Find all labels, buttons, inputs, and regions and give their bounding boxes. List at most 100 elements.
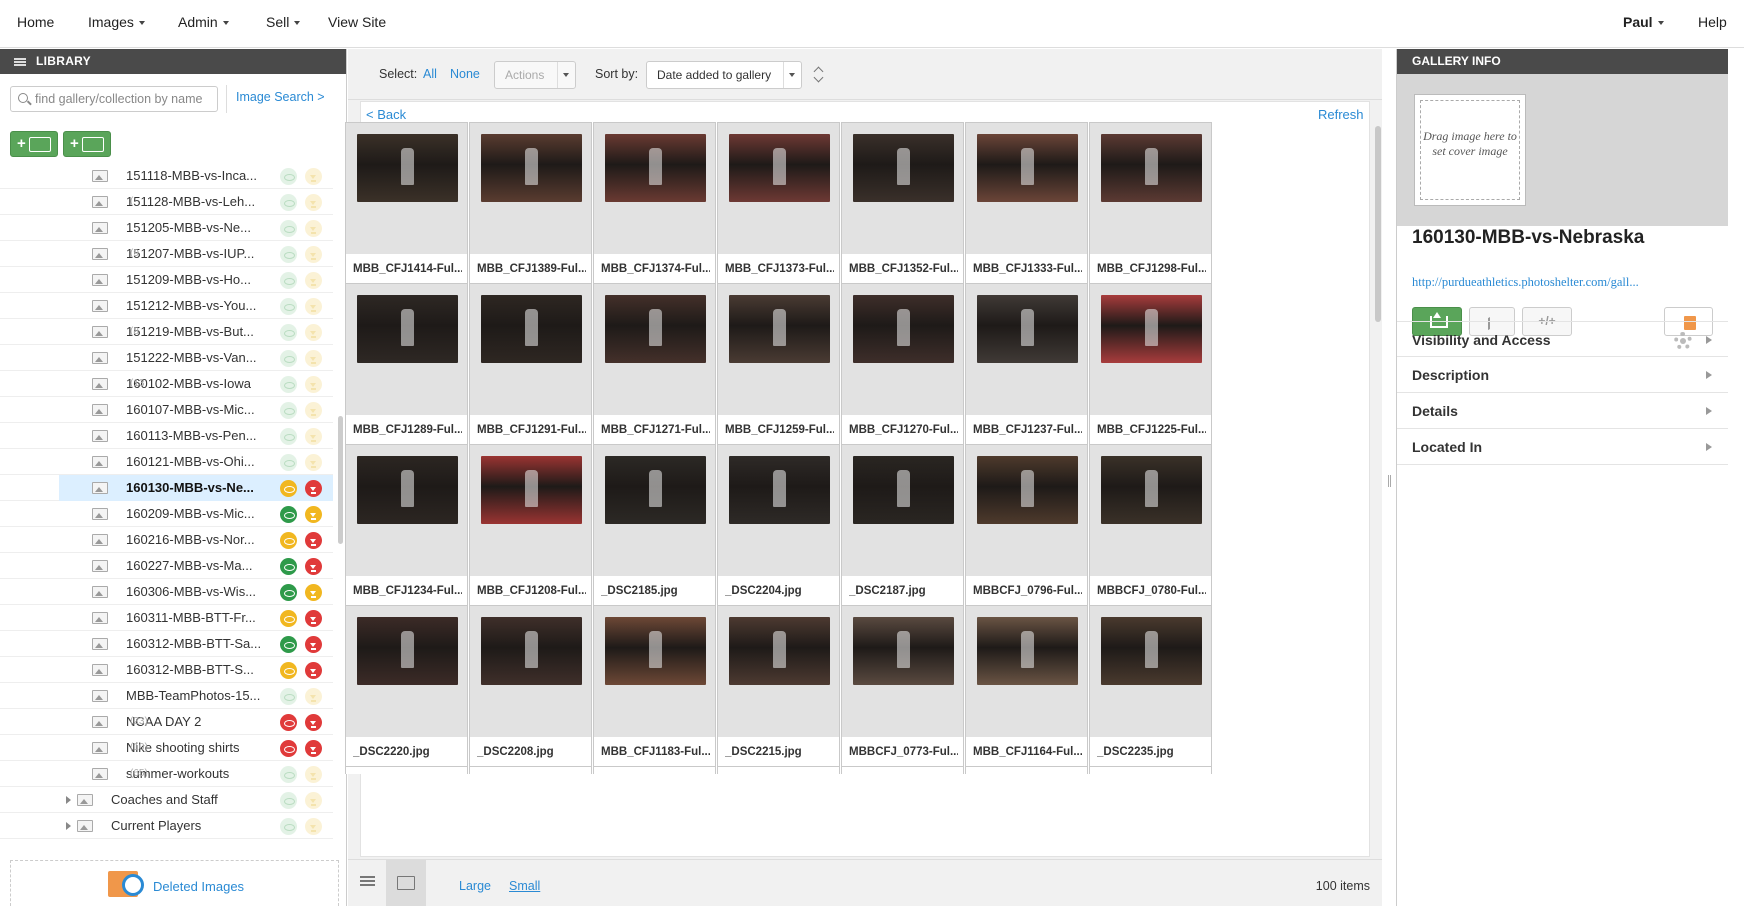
thumbnail-tile[interactable]: MBB_CFJ1208-Ful... [469,444,592,608]
thumbnail-tile[interactable]: MBB_CFJ1259-Ful... [717,283,840,447]
visibility-eye-icon[interactable] [280,792,297,809]
section-located-in[interactable]: Located In [1397,429,1728,465]
user-menu[interactable]: Paul [1623,14,1664,30]
download-status-icon[interactable] [305,428,322,445]
download-status-icon[interactable] [305,740,322,757]
thumbnail-tile[interactable] [593,766,716,774]
download-status-icon[interactable] [305,688,322,705]
sort-dropdown[interactable]: Date added to gallery [646,61,802,89]
thumbnail-tile[interactable]: MBB_CFJ1289-Ful... [345,283,468,447]
visibility-eye-icon[interactable] [280,480,297,497]
visibility-eye-icon[interactable] [280,584,297,601]
download-status-icon[interactable] [305,662,322,679]
visibility-eye-icon[interactable] [280,688,297,705]
thumbnail-tile[interactable]: MBBCFJ_0796-Ful... [965,444,1088,608]
tree-group-row[interactable]: Current Players [0,813,333,839]
tree-gallery-row[interactable]: 151205-MBB-vs-Ne... [0,215,333,241]
thumbnail-tile[interactable] [345,766,468,774]
tree-gallery-row[interactable]: 160102-MBB-vs-Iowa (13 [0,371,333,397]
thumbnail-tile[interactable]: MBBCFJ_0780-Ful... [1089,444,1212,608]
tree-gallery-row[interactable]: 151219-MBB-vs-But... (8 [0,319,333,345]
download-status-icon[interactable] [305,766,322,783]
download-status-icon[interactable] [305,532,322,549]
thumbnail-tile[interactable]: _DSC2185.jpg [593,444,716,608]
library-scrollbar[interactable] [338,416,343,544]
visibility-eye-icon[interactable] [280,818,297,835]
download-status-icon[interactable] [305,584,322,601]
download-status-icon[interactable] [305,714,322,731]
visibility-eye-icon[interactable] [280,766,297,783]
refresh-link[interactable]: Refresh [1318,107,1364,122]
download-status-icon[interactable] [305,324,322,341]
thumbnail-tile[interactable]: MBB_CFJ1298-Ful... [1089,122,1212,286]
nav-home[interactable]: Home [17,14,54,30]
tree-gallery-row[interactable]: 160312-MBB-BTT-Sa... [0,631,333,657]
sort-order-icon[interactable] [814,68,824,82]
thumbnail-tile[interactable]: MBB_CFJ1271-Ful... [593,283,716,447]
size-small-link[interactable]: Small [509,879,540,893]
tree-gallery-row[interactable]: 160306-MBB-vs-Wis... [0,579,333,605]
visibility-eye-icon[interactable] [280,402,297,419]
section-details[interactable]: Details [1397,393,1728,429]
download-status-icon[interactable] [305,636,322,653]
visibility-eye-icon[interactable] [280,168,297,185]
download-status-icon[interactable] [305,376,322,393]
download-status-icon[interactable] [305,298,322,315]
tree-group-row[interactable]: Coaches and Staff [0,787,333,813]
tree-gallery-row[interactable]: 160227-MBB-vs-Ma... [0,553,333,579]
visibility-eye-icon[interactable] [280,454,297,471]
tree-gallery-row[interactable]: 160312-MBB-BTT-S... [0,657,333,683]
download-status-icon[interactable] [305,454,322,471]
select-all-link[interactable]: All [423,67,437,81]
download-status-icon[interactable] [305,402,322,419]
thumbnail-tile[interactable]: MBB_CFJ1374-Ful... [593,122,716,286]
section-description[interactable]: Description [1397,357,1728,393]
tree-gallery-row[interactable]: 160130-MBB-vs-Ne... [0,475,333,501]
thumbnail-tile[interactable]: _DSC2235.jpg [1089,605,1212,769]
visibility-eye-icon[interactable] [280,246,297,263]
select-none-link[interactable]: None [450,67,480,81]
thumbnail-tile[interactable]: MBB_CFJ1237-Ful... [965,283,1088,447]
nav-images[interactable]: Images [88,14,145,30]
size-large-link[interactable]: Large [459,879,491,893]
tree-gallery-row[interactable]: summer-workouts (65) [0,761,333,787]
page-scrollbar[interactable] [1728,49,1744,906]
tree-gallery-row[interactable]: 151209-MBB-vs-Ho... [0,267,333,293]
add-collection-button[interactable]: + [10,131,58,157]
visibility-eye-icon[interactable] [280,740,297,757]
thumbnail-tile[interactable]: _DSC2204.jpg [717,444,840,608]
download-status-icon[interactable] [305,818,322,835]
cover-image-dropzone[interactable]: Drag image here to set cover image [1414,94,1526,206]
tree-gallery-row[interactable]: 151128-MBB-vs-Leh...( [0,189,333,215]
download-status-icon[interactable] [305,194,322,211]
visibility-eye-icon[interactable] [280,558,297,575]
download-status-icon[interactable] [305,558,322,575]
thumbnail-tile[interactable]: MBB_CFJ1270-Ful... [841,283,964,447]
tree-gallery-row[interactable]: 160311-MBB-BTT-Fr... [0,605,333,631]
visibility-eye-icon[interactable] [280,532,297,549]
download-status-icon[interactable] [305,610,322,627]
thumbnail-tile[interactable]: MBB_CFJ1389-Ful... [469,122,592,286]
download-status-icon[interactable] [305,272,322,289]
back-link[interactable]: < Back [366,107,406,122]
visibility-eye-icon[interactable] [280,220,297,237]
thumbnail-tile[interactable]: MBB_CFJ1373-Ful... [717,122,840,286]
deleted-images[interactable]: Deleted Images [10,860,339,906]
nav-sell[interactable]: Sell [266,14,301,30]
download-status-icon[interactable] [305,220,322,237]
visibility-eye-icon[interactable] [280,376,297,393]
visibility-eye-icon[interactable] [280,324,297,341]
tree-gallery-row[interactable]: NCAA DAY 2 (23) [0,709,333,735]
library-search-input[interactable] [35,90,213,108]
thumbnail-tile[interactable]: MBB_CFJ1234-Ful... [345,444,468,608]
actions-dropdown[interactable]: Actions [494,61,576,89]
tree-gallery-row[interactable]: 151207-MBB-vs-IUP... (9 [0,241,333,267]
section-visibility[interactable]: Visibility and Access [1397,321,1728,357]
visibility-eye-icon[interactable] [280,428,297,445]
library-header[interactable]: LIBRARY [0,49,346,74]
thumbnail-tile[interactable]: MBB_CFJ1225-Ful... [1089,283,1212,447]
tree-gallery-row[interactable]: 151118-MBB-vs-Inca... [0,163,333,189]
thumbnail-tile[interactable] [965,766,1088,774]
visibility-eye-icon[interactable] [280,272,297,289]
nav-admin[interactable]: Admin [178,14,229,30]
